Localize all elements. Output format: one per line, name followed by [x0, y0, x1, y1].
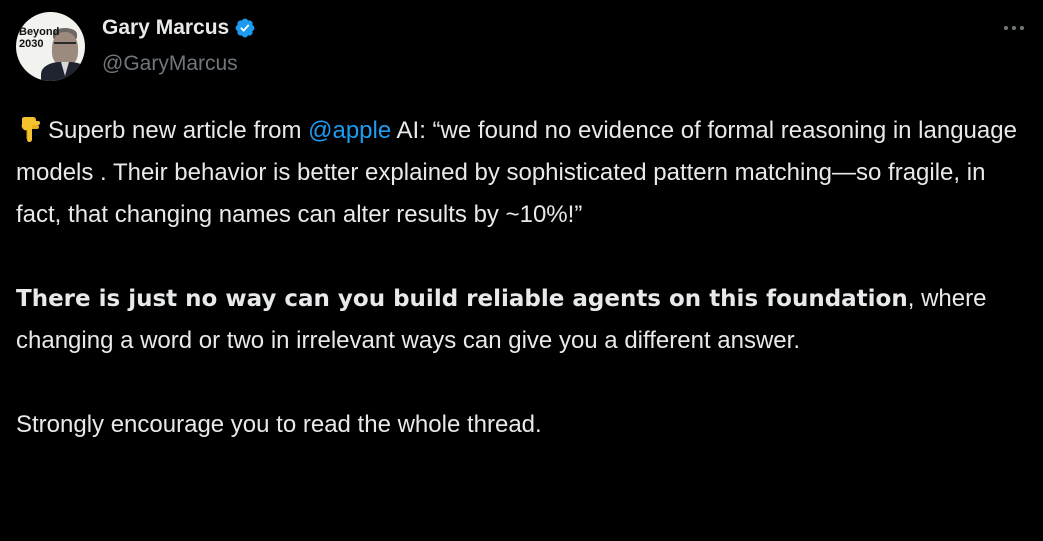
more-dots-glyph [1004, 26, 1024, 30]
tweet-paragraph-3: Strongly encourage you to read the whole… [16, 404, 1034, 446]
author-name-row: Gary Marcus [102, 14, 256, 42]
avatar[interactable]: Beyond 2030 [16, 12, 85, 81]
tweet-paragraph-1: Superb new article from @apple AI: “we f… [16, 110, 1034, 236]
tweet-text-segment: Superb new article from [48, 117, 309, 144]
avatar-text-line1: Beyond [19, 26, 60, 38]
more-horizontal-icon[interactable] [999, 18, 1029, 38]
verified-badge-icon [235, 18, 255, 38]
avatar-logo-text: Beyond 2030 [19, 26, 59, 50]
author-handle[interactable]: @GaryMarcus [102, 52, 238, 76]
tweet-paragraph-2: There is just no way can you build relia… [16, 278, 1034, 362]
backhand-index-pointing-down-icon [21, 117, 40, 142]
tweet-body: Superb new article from @apple AI: “we f… [16, 110, 1034, 446]
avatar-text-line2: 2030 [19, 38, 44, 50]
tweet-text-segment: Strongly encourage you to read the whole… [16, 411, 542, 438]
author-display-name[interactable]: Gary Marcus [102, 16, 229, 40]
tweet-card: Beyond 2030 Gary Marcus @GaryMarcus Supe… [0, 0, 1043, 541]
mention-link-apple[interactable]: @apple [308, 117, 391, 144]
tweet-bold-text: There is just no way can you build relia… [16, 286, 908, 312]
